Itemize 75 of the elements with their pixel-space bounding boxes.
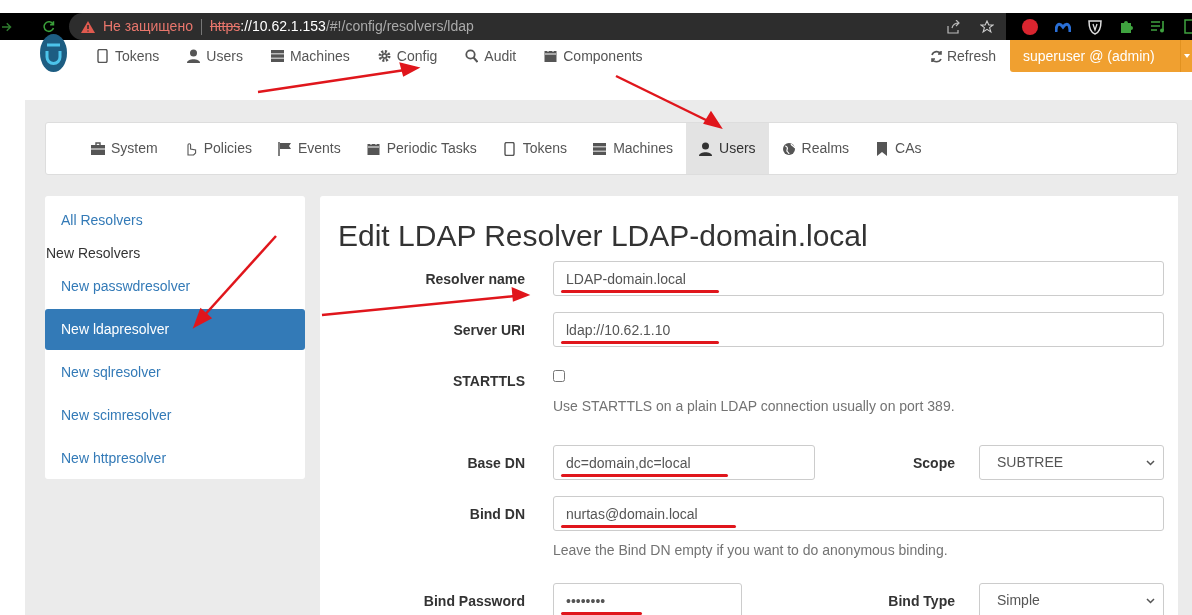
- sidebar-heading: New Resolvers: [46, 244, 142, 263]
- share-icon[interactable]: [946, 19, 960, 34]
- field-label: Resolver name: [424, 270, 525, 289]
- chevron-down-icon: [1146, 597, 1155, 604]
- config-tab[interactable]: CAs: [862, 123, 935, 174]
- sidebar-link[interactable]: All Resolvers: [45, 210, 305, 231]
- field-label: Server URI: [452, 321, 525, 340]
- flag-icon: [277, 141, 292, 156]
- nav-link[interactable]: Components: [544, 45, 643, 67]
- field-label: Bind Type: [887, 592, 956, 611]
- user-icon: [699, 141, 714, 156]
- field-label: Bind DN: [468, 505, 525, 524]
- page-heading: Edit LDAP Resolver LDAP-domain.local: [338, 218, 869, 254]
- shield-icon[interactable]: [1088, 18, 1102, 35]
- config-tab[interactable]: Tokens: [489, 123, 581, 174]
- bookmark-icon: [875, 141, 890, 156]
- star-icon[interactable]: [980, 19, 994, 34]
- config-tab[interactable]: Events: [264, 123, 354, 174]
- refresh-icon: [929, 49, 943, 63]
- gear-icon: [377, 49, 391, 63]
- select-field[interactable]: SUBTREE: [979, 445, 1164, 480]
- config-tab[interactable]: Realms: [768, 123, 863, 174]
- config-tab[interactable]: Periodic Tasks: [353, 123, 490, 174]
- warning-icon: [80, 20, 95, 33]
- text-field[interactable]: nurtas@domain.local: [553, 496, 1164, 531]
- search-icon: [465, 49, 479, 63]
- text-field[interactable]: LDAP-domain.local: [553, 261, 1164, 296]
- nav-link[interactable]: Audit: [465, 45, 517, 67]
- globe-icon: [781, 141, 796, 156]
- playlist-icon[interactable]: [1151, 20, 1167, 33]
- sidebar-item[interactable]: New sqlresolver: [45, 352, 305, 393]
- calendar-icon: [366, 141, 381, 156]
- server-icon: [593, 141, 608, 156]
- refresh-link[interactable]: Refresh: [929, 45, 996, 67]
- config-tab[interactable]: Policies: [170, 123, 265, 174]
- extension-icon[interactable]: [1022, 18, 1038, 35]
- address-bar[interactable]: Не защищено https://10.62.1.153/#!/config/resolvers/ldap: [68, 13, 1006, 40]
- text-field[interactable]: dc=domain,dc=local: [553, 445, 815, 480]
- calendar-icon: [544, 49, 558, 63]
- text-field[interactable]: ••••••••: [553, 583, 742, 615]
- user-icon: [187, 49, 201, 63]
- extension-icon[interactable]: [1055, 20, 1071, 33]
- tablet-icon: [502, 141, 517, 156]
- nav-link[interactable]: Users: [187, 45, 243, 67]
- config-tab[interactable]: Machines: [580, 123, 687, 174]
- nav-link[interactable]: Tokens: [96, 45, 160, 67]
- field-label: STARTTLS: [451, 372, 525, 391]
- nav-link[interactable]: Config: [377, 45, 438, 67]
- select-field[interactable]: Simple: [979, 583, 1164, 615]
- help-text: Leave the Bind DN empty if you want to do anonymous binding.: [553, 541, 949, 560]
- field-label: Bind Password: [422, 592, 525, 611]
- config-tab[interactable]: System: [78, 123, 171, 174]
- field-label: Base DN: [466, 454, 525, 473]
- tablet-icon: [96, 49, 109, 63]
- field-label: Scope: [912, 454, 956, 473]
- logo-icon[interactable]: [40, 34, 67, 72]
- config-tab[interactable]: Users: [686, 123, 769, 174]
- puzzle-icon[interactable]: [1119, 19, 1134, 34]
- sidebar-item[interactable]: New scimresolver: [45, 395, 305, 436]
- help-text: Use STARTTLS on a plain LDAP connection usually on port 389.: [553, 397, 956, 416]
- url-text: https://10.62.1.153/#!/config/resolvers/ldap: [209, 17, 474, 36]
- sidebar-item[interactable]: New passwdresolver: [45, 266, 305, 307]
- security-label: Не защищено: [102, 17, 193, 36]
- sidebar-item[interactable]: New httpresolver: [45, 438, 305, 479]
- briefcase-icon: [91, 141, 105, 156]
- sidebar-item[interactable]: New ldapresolver: [45, 309, 305, 350]
- checkbox[interactable]: [553, 370, 565, 382]
- nav-link[interactable]: Machines: [270, 45, 350, 67]
- caret-icon: [1183, 54, 1190, 58]
- server-icon: [270, 49, 284, 63]
- text-field[interactable]: ldap://10.62.1.10: [553, 312, 1164, 347]
- panel-icon[interactable]: [1184, 19, 1192, 34]
- reload-icon[interactable]: [41, 19, 55, 34]
- chevron-down-icon: [1146, 459, 1155, 466]
- forward-icon[interactable]: [2, 20, 12, 33]
